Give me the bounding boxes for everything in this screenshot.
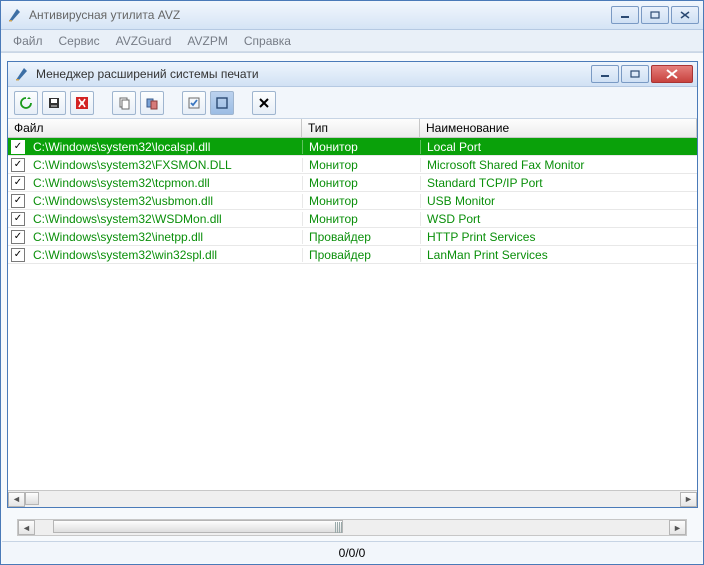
table-row[interactable]: ✓ C:\Windows\system32\WSDMon.dllМониторWS… [8, 210, 697, 228]
child-horizontal-scrollbar[interactable]: ◄ ► [8, 490, 697, 507]
child-minimize-button[interactable] [591, 65, 619, 83]
menubar: Файл Сервис AVZGuard AVZPM Справка [1, 30, 703, 52]
scroll-thumb[interactable] [25, 492, 39, 505]
cell-name: Local Port [420, 140, 697, 154]
column-type[interactable]: Тип [302, 119, 420, 137]
row-checkbox[interactable]: ✓ [11, 140, 25, 154]
outer-horizontal-scrollbar[interactable]: ◄ ► [17, 519, 687, 536]
menu-avzpm[interactable]: AVZPM [179, 31, 235, 51]
cell-file: C:\Windows\system32\usbmon.dll [29, 194, 302, 208]
child-app-icon [14, 66, 30, 82]
cell-name: Standard TCP/IP Port [420, 176, 697, 190]
scroll-track[interactable] [25, 492, 680, 507]
cell-file: C:\Windows\system32\WSDMon.dll [29, 212, 302, 226]
row-checkbox[interactable]: ✓ [11, 230, 25, 244]
table-row[interactable]: ✓ C:\Windows\system32\win32spl.dllПровайд… [8, 246, 697, 264]
cell-file: C:\Windows\system32\FXSMON.DLL [29, 158, 302, 172]
main-client-area: Менеджер расширений системы печати [1, 52, 703, 564]
cell-name: WSD Port [420, 212, 697, 226]
maximize-button[interactable] [641, 6, 669, 24]
table-row[interactable]: ✓ C:\Windows\system32\inetpp.dllПровайдер… [8, 228, 697, 246]
cell-file: C:\Windows\system32\win32spl.dll [29, 248, 302, 262]
statusbar: 0/0/0 [2, 541, 702, 563]
cell-name: HTTP Print Services [420, 230, 697, 244]
cell-file: C:\Windows\system32\tcpmon.dll [29, 176, 302, 190]
export-button[interactable] [140, 91, 164, 115]
main-window-controls [611, 6, 699, 24]
table-row[interactable]: ✓ C:\Windows\system32\tcpmon.dllМониторSt… [8, 174, 697, 192]
table-header: Файл Тип Наименование [8, 119, 697, 138]
table-row[interactable]: ✓ C:\Windows\system32\usbmon.dllМониторUS… [8, 192, 697, 210]
cell-file: C:\Windows\system32\localspl.dll [29, 140, 302, 154]
row-checkbox[interactable]: ✓ [11, 158, 25, 172]
scroll-left-arrow-icon[interactable]: ◄ [18, 520, 35, 535]
cell-name: USB Monitor [420, 194, 697, 208]
child-window-title: Менеджер расширений системы печати [36, 67, 591, 81]
cell-name: LanMan Print Services [420, 248, 697, 262]
menu-file[interactable]: Файл [5, 31, 51, 51]
delete-button[interactable] [252, 91, 276, 115]
table-body: ✓C:\Windows\system32\localspl.dllМонитор… [8, 138, 697, 490]
column-name[interactable]: Наименование [420, 119, 697, 137]
child-window: Менеджер расширений системы печати [7, 61, 698, 508]
row-checkbox[interactable]: ✓ [11, 176, 25, 190]
child-toolbar [8, 87, 697, 119]
cell-file: C:\Windows\system32\inetpp.dll [29, 230, 302, 244]
child-titlebar[interactable]: Менеджер расширений системы печати [8, 62, 697, 87]
child-window-controls [591, 65, 693, 83]
menu-help[interactable]: Справка [236, 31, 299, 51]
scroll-right-arrow-icon[interactable]: ► [669, 520, 686, 535]
main-titlebar[interactable]: Антивирусная утилита AVZ [1, 1, 703, 30]
table-row[interactable]: ✓ C:\Windows\system32\localspl.dllМонитор… [8, 138, 697, 156]
cell-type: Провайдер [302, 230, 420, 244]
main-window: Антивирусная утилита AVZ Файл Сервис AVZ… [1, 1, 703, 564]
child-close-button[interactable] [651, 65, 693, 83]
cell-type: Монитор [302, 194, 420, 208]
close-button[interactable] [671, 6, 699, 24]
copy-button[interactable] [112, 91, 136, 115]
scroll-left-arrow-icon[interactable]: ◄ [8, 492, 25, 507]
scroll-thumb[interactable] [53, 520, 343, 533]
scroll-right-arrow-icon[interactable]: ► [680, 492, 697, 507]
main-window-title: Антивирусная утилита AVZ [29, 8, 611, 22]
refresh-button[interactable] [14, 91, 38, 115]
table-row[interactable]: ✓ C:\Windows\system32\FXSMON.DLLМониторMi… [8, 156, 697, 174]
cell-type: Монитор [302, 212, 420, 226]
scroll-grip-icon [335, 522, 343, 533]
row-checkbox[interactable]: ✓ [11, 194, 25, 208]
child-maximize-button[interactable] [621, 65, 649, 83]
menu-service[interactable]: Сервис [51, 31, 108, 51]
cell-name: Microsoft Shared Fax Monitor [420, 158, 697, 172]
cell-type: Монитор [302, 176, 420, 190]
check-all-button[interactable] [182, 91, 206, 115]
column-file[interactable]: Файл [8, 119, 302, 137]
cell-type: Монитор [302, 140, 420, 154]
status-text: 0/0/0 [339, 546, 366, 560]
save-button[interactable] [42, 91, 66, 115]
cell-type: Монитор [302, 158, 420, 172]
cell-type: Провайдер [302, 248, 420, 262]
menu-avzguard[interactable]: AVZGuard [108, 31, 180, 51]
uncheck-all-button[interactable] [210, 91, 234, 115]
minimize-button[interactable] [611, 6, 639, 24]
antivirus-button[interactable] [70, 91, 94, 115]
row-checkbox[interactable]: ✓ [11, 212, 25, 226]
app-icon [7, 7, 23, 23]
row-checkbox[interactable]: ✓ [11, 248, 25, 262]
